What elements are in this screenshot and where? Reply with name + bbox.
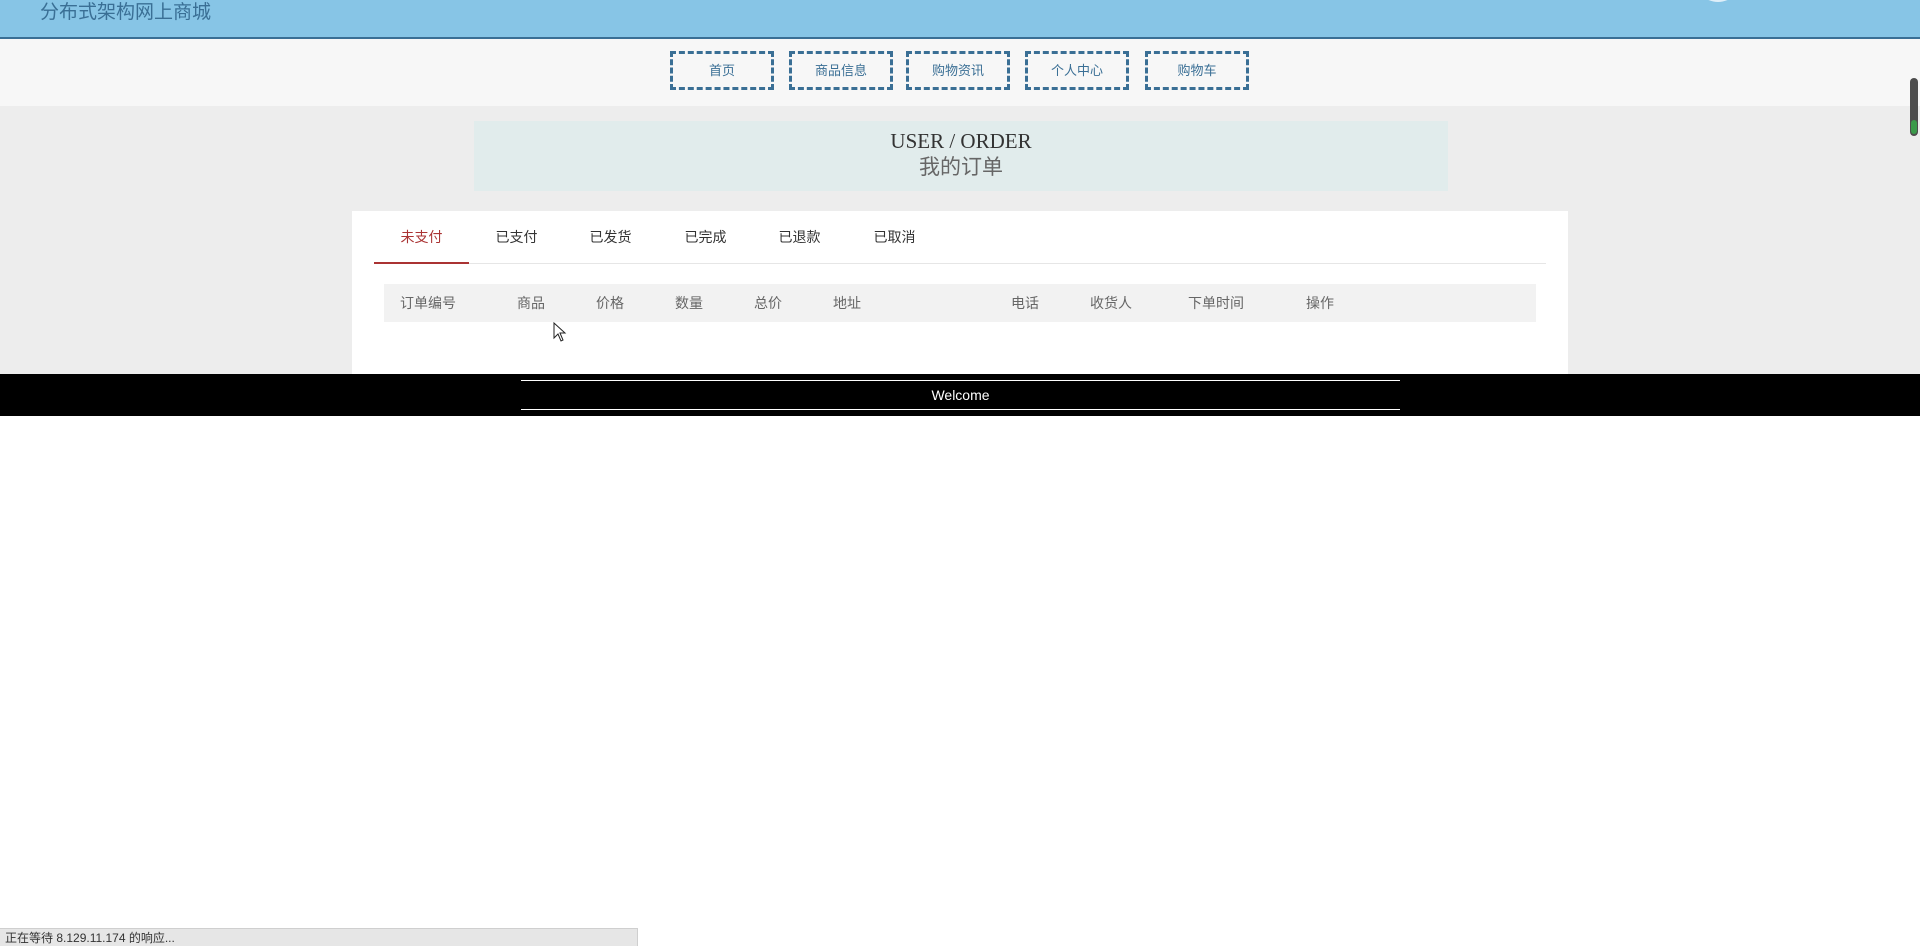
- footer-welcome: Welcome: [931, 387, 990, 403]
- tab-completed[interactable]: 已完成: [658, 211, 753, 263]
- page-heading-cn: 我的订单: [919, 155, 1003, 179]
- column-header-actions: 操作: [1306, 295, 1334, 311]
- order-status-tabs: 未支付 已支付 已发货 已完成 已退款 已取消: [374, 211, 1546, 264]
- nav-cart[interactable]: 购物车: [1145, 51, 1249, 90]
- nav-home[interactable]: 首页: [670, 51, 774, 90]
- scrollbar-indicator: [1911, 120, 1917, 134]
- tab-paid[interactable]: 已支付: [469, 211, 564, 263]
- page-heading: USER / ORDER 我的订单: [474, 121, 1448, 191]
- orders-table-header: 订单编号 商品 价格 数量 总价 地址 电话 收货人 下单时间 操作: [384, 284, 1536, 322]
- nav-products[interactable]: 商品信息: [789, 51, 893, 90]
- column-header-address: 地址: [833, 295, 861, 311]
- nav-personal-center[interactable]: 个人中心: [1025, 51, 1129, 90]
- column-header-product: 商品: [517, 295, 545, 311]
- mouse-cursor-icon: [553, 321, 567, 347]
- top-header-bar: 分布式架构网上商城: [0, 0, 1920, 39]
- column-header-price: 价格: [596, 295, 624, 311]
- page-heading-en: USER / ORDER: [890, 129, 1032, 153]
- column-header-phone: 电话: [1011, 295, 1039, 311]
- column-header-receiver: 收货人: [1090, 295, 1132, 311]
- footer: Welcome: [0, 374, 1920, 416]
- tab-refunded[interactable]: 已退款: [752, 211, 847, 263]
- nav-news[interactable]: 购物资讯: [906, 51, 1010, 90]
- tab-shipped[interactable]: 已发货: [563, 211, 658, 263]
- orders-panel: 未支付 已支付 已发货 已完成 已退款 已取消 订单编号 商品 价格 数量 总价…: [352, 211, 1568, 374]
- browser-status-bar: 正在等待 8.129.11.174 的响应...: [0, 928, 638, 946]
- main-nav: 首页 商品信息 购物资讯 个人中心 购物车: [0, 39, 1920, 106]
- column-header-order-id: 订单编号: [400, 295, 456, 311]
- tab-unpaid[interactable]: 未支付: [374, 211, 469, 264]
- column-header-order-time: 下单时间: [1188, 295, 1244, 311]
- user-avatar[interactable]: [1694, 0, 1742, 2]
- column-header-quantity: 数量: [675, 295, 703, 311]
- tab-cancelled[interactable]: 已取消: [847, 211, 942, 263]
- site-title[interactable]: 分布式架构网上商城: [40, 0, 211, 26]
- footer-top-rule: [521, 380, 1400, 381]
- footer-bottom-rule: [521, 409, 1400, 410]
- column-header-total: 总价: [754, 295, 782, 311]
